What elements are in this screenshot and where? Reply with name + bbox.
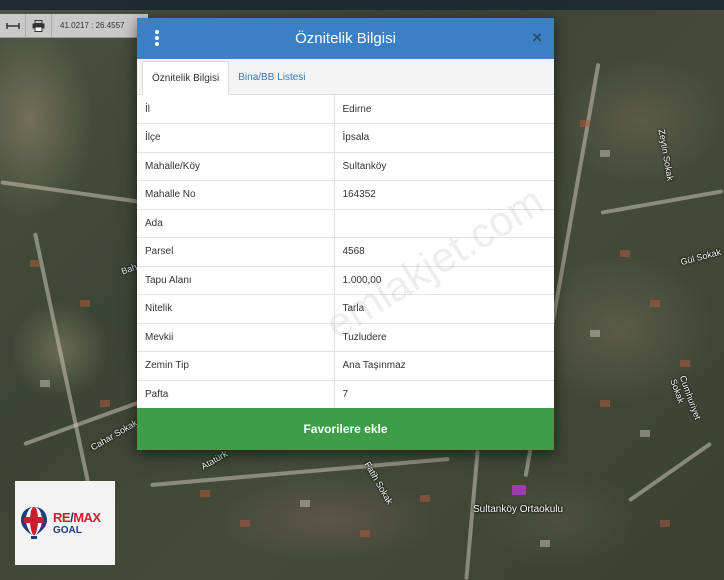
balloon-icon [20,506,48,540]
row-key: Parsel [137,237,335,267]
row-value: Edirne [334,95,554,124]
close-button[interactable]: × [532,28,542,48]
row-value: Ana Taşınmaz [334,351,554,381]
row-key: Tapu Alanı [137,266,335,295]
row-value: 7 [334,380,554,409]
street-label: Zeytin Sokak [656,128,676,182]
logo-brand: RE/MAX [53,509,101,525]
row-key: Nitelik [137,294,335,324]
top-bar [0,0,724,10]
row-key: İlçe [137,123,335,153]
school-label: Sultanköy Ortaokulu [473,504,564,515]
remax-goal-logo: RE/MAX GOAL [15,481,115,565]
street-label: Atatürk [199,448,230,472]
attribute-info-dialog: Öznitelik Bilgisi × Öznitelik Bilgisi Bi… [137,18,554,450]
street-label: Cumhuriyet Sokak [668,374,703,421]
table-row: Nitelik Tarla [137,294,554,324]
row-key: İl [137,95,335,124]
row-key: Ada [137,209,335,238]
row-value: 4568 [334,237,554,267]
logo-subtitle: GOAL [53,524,82,536]
map-toolbar: 41.0217 : 26.4557 [0,13,148,38]
dialog-tabs: Öznitelik Bilgisi Bina/BB Listesi [137,59,554,95]
parcel-marker[interactable] [512,485,526,495]
table-row: Mahalle No 164352 [137,180,554,210]
table-row: Zemin Tip Ana Taşınmaz [137,351,554,381]
logo-text: RE/MAX GOAL [53,511,101,536]
table-row: İlçe İpsala [137,123,554,153]
table-row: Mevkii Tuzludere [137,323,554,352]
table-row: İl Edirne [137,95,554,124]
row-value: Sultanköy [334,152,554,181]
measure-icon[interactable] [0,13,26,38]
row-value: Tuzludere [334,323,554,352]
row-value: 1.000,00 [334,266,554,295]
table-row: Mahalle/Köy Sultanköy [137,152,554,181]
row-key: Pafta [137,380,335,409]
row-key: Mahalle No [137,180,335,210]
row-value: 164352 [334,180,554,210]
row-value [334,209,554,238]
table-row: Parsel 4568 [137,237,554,267]
tab-building-list[interactable]: Bina/BB Listesi [229,60,314,94]
add-to-favorites-button[interactable]: Favorilere ekle [137,408,554,450]
coordinate-readout: 41.0217 : 26.4557 [60,21,125,30]
kebab-menu-icon[interactable] [153,30,161,46]
table-row: Pafta 7 [137,380,554,409]
attribute-table: İl Edirne İlçe İpsala Mahalle/Köy Sultanköy… [137,95,554,409]
dialog-title: Öznitelik Bilgisi [295,30,396,47]
street-label: Cahar Sokak [88,417,140,453]
tab-attribute-info[interactable]: Öznitelik Bilgisi [142,61,230,95]
print-icon[interactable] [26,13,52,38]
dialog-header: Öznitelik Bilgisi × [137,18,554,59]
row-value: İpsala [334,123,554,153]
row-key: Zemin Tip [137,351,335,381]
street-label: Gül Sokak [679,246,723,268]
table-row: Tapu Alanı 1.000,00 [137,266,554,295]
row-key: Mevkii [137,323,335,352]
table-row: Ada [137,209,554,238]
row-value: Tarla [334,294,554,324]
row-key: Mahalle/Köy [137,152,335,181]
